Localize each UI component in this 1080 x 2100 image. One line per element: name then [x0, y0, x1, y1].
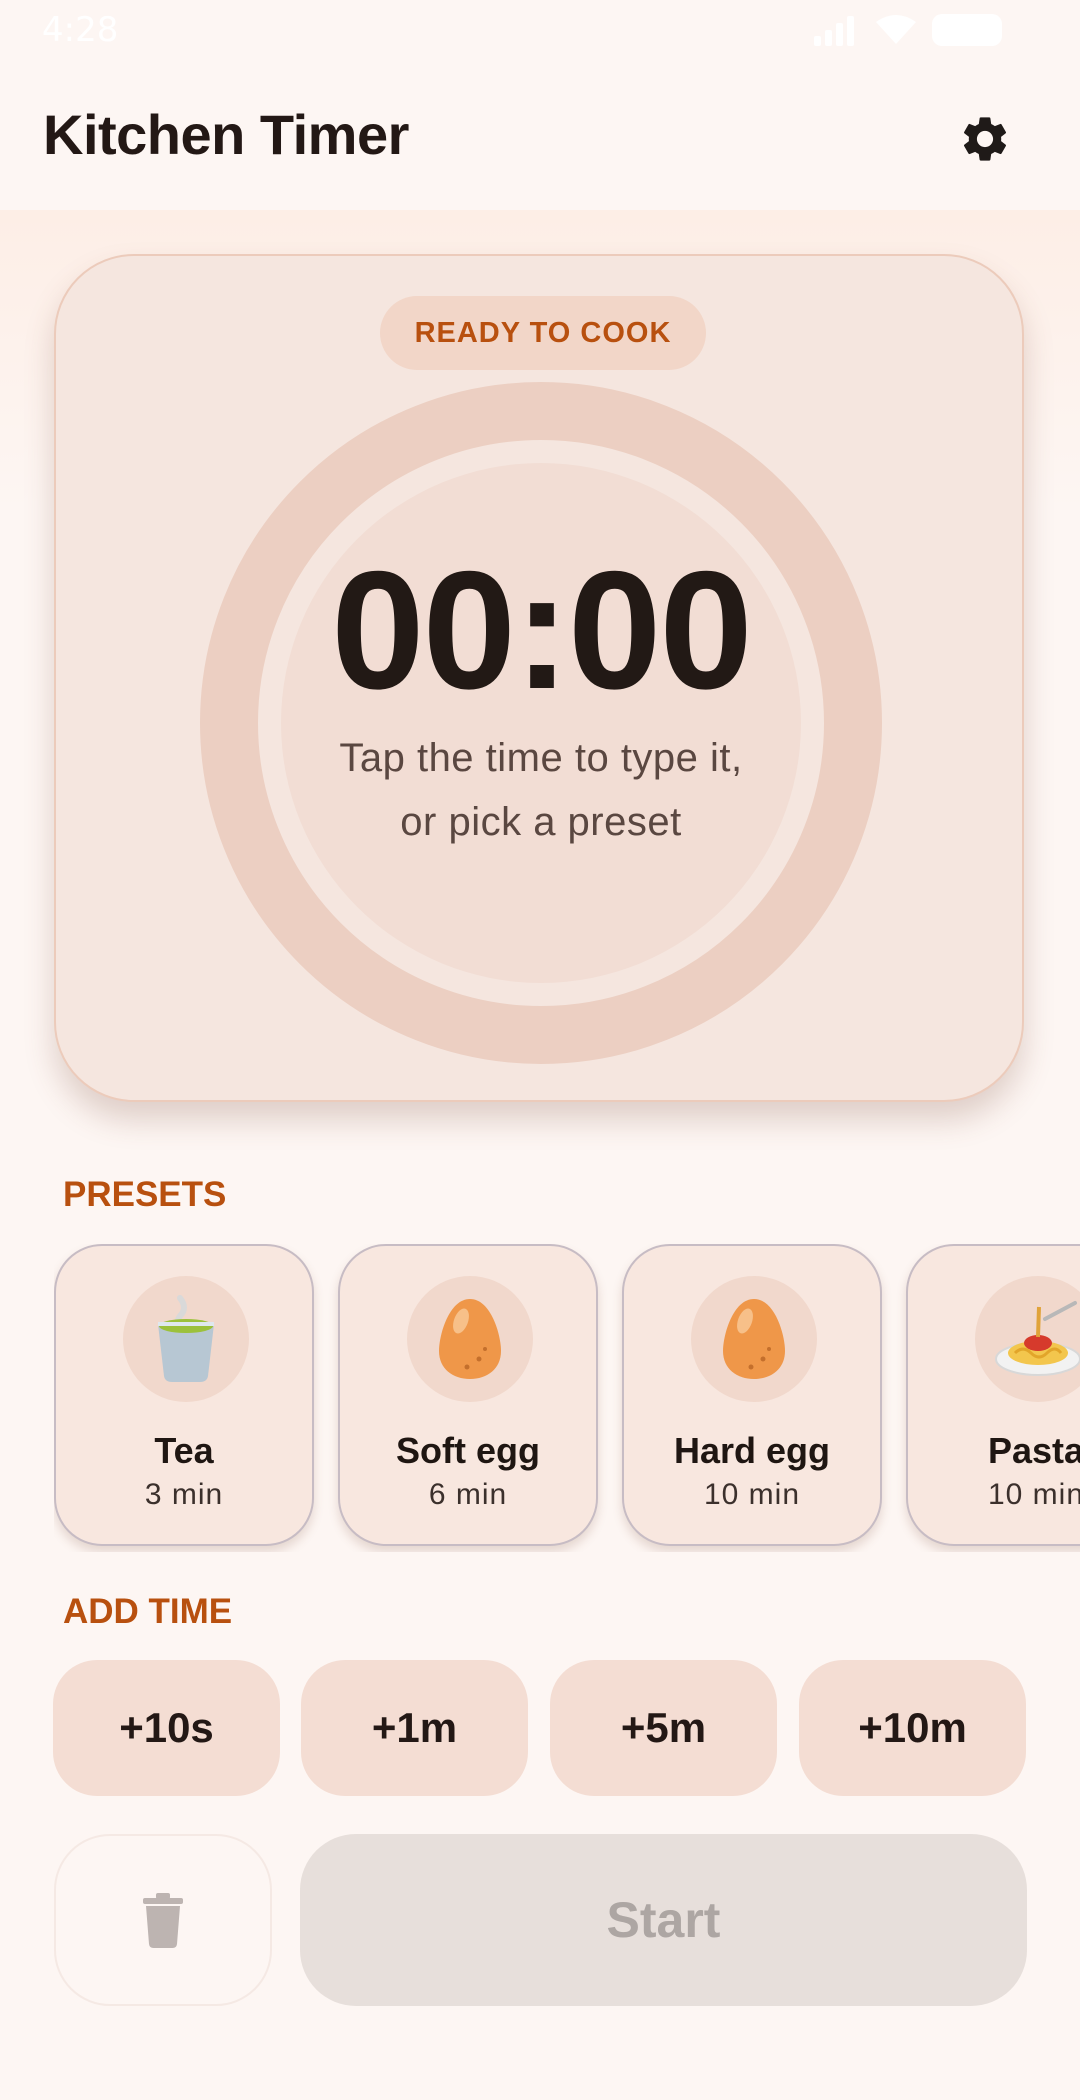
tea-icon — [158, 1295, 214, 1382]
add-1m-button[interactable]: +1m — [301, 1660, 528, 1796]
egg-icon — [723, 1299, 785, 1379]
start-button[interactable]: Start — [300, 1834, 1027, 2006]
battery-icon — [932, 14, 1002, 46]
preset-duration: 3 min — [144, 1478, 224, 1511]
preset-name: Hard egg — [673, 1430, 831, 1471]
presets-section-label: PRESETS — [63, 1175, 227, 1214]
add-5m-button[interactable]: +5m — [550, 1660, 777, 1796]
app-bar: Kitchen Timer — [0, 60, 1080, 210]
presets-list[interactable]: Tea 3 min Soft egg 6 min Hard egg 10 min — [54, 1244, 1080, 1552]
preset-duration: 10 min — [703, 1478, 801, 1511]
add-10m-button[interactable]: +10m — [799, 1660, 1026, 1796]
add-10s-button[interactable]: +10s — [53, 1660, 280, 1796]
status-icons — [812, 14, 1002, 46]
timer-display[interactable]: 00:00 — [56, 546, 1026, 714]
timer-status-badge: READY TO COOK — [380, 296, 706, 370]
timer-card: READY TO COOK 00:00 Tap the time to type… — [54, 254, 1024, 1102]
preset-duration: 6 min — [428, 1478, 508, 1511]
trash-icon — [143, 1893, 183, 1948]
preset-card-pasta[interactable]: Pasta 10 min — [906, 1244, 1080, 1546]
preset-icon-bg — [407, 1276, 533, 1402]
gear-icon — [963, 117, 1007, 161]
preset-card-hard-egg[interactable]: Hard egg 10 min — [622, 1244, 882, 1546]
preset-name: Tea — [154, 1430, 214, 1471]
app-title: Kitchen Timer — [43, 103, 409, 166]
preset-icon-bg — [123, 1276, 249, 1402]
wifi-icon — [876, 15, 916, 44]
timer-hint-line-1: Tap the time to type it, — [339, 736, 743, 780]
status-time: 4:28 — [42, 10, 119, 50]
timer-hint: Tap the time to type it, or pick a prese… — [56, 726, 1026, 854]
preset-duration: 10 min — [987, 1478, 1080, 1511]
egg-icon — [439, 1299, 501, 1379]
preset-icon-bg — [975, 1276, 1080, 1402]
add-time-section-label: ADD TIME — [63, 1592, 233, 1631]
signal-icon — [814, 16, 854, 46]
preset-card-soft-egg[interactable]: Soft egg 6 min — [338, 1244, 598, 1546]
timer-hint-line-2: or pick a preset — [400, 800, 682, 844]
add-time-buttons: +10s +1m +5m +10m — [53, 1660, 1027, 1796]
preset-icon-bg — [691, 1276, 817, 1402]
preset-card-tea[interactable]: Tea 3 min — [54, 1244, 314, 1546]
status-bar: 4:28 — [0, 0, 1080, 60]
pasta-icon — [995, 1301, 1080, 1376]
preset-name: Pasta — [987, 1430, 1080, 1471]
preset-name: Soft egg — [396, 1430, 540, 1471]
delete-button[interactable] — [54, 1834, 272, 2006]
settings-button[interactable] — [950, 104, 1020, 174]
